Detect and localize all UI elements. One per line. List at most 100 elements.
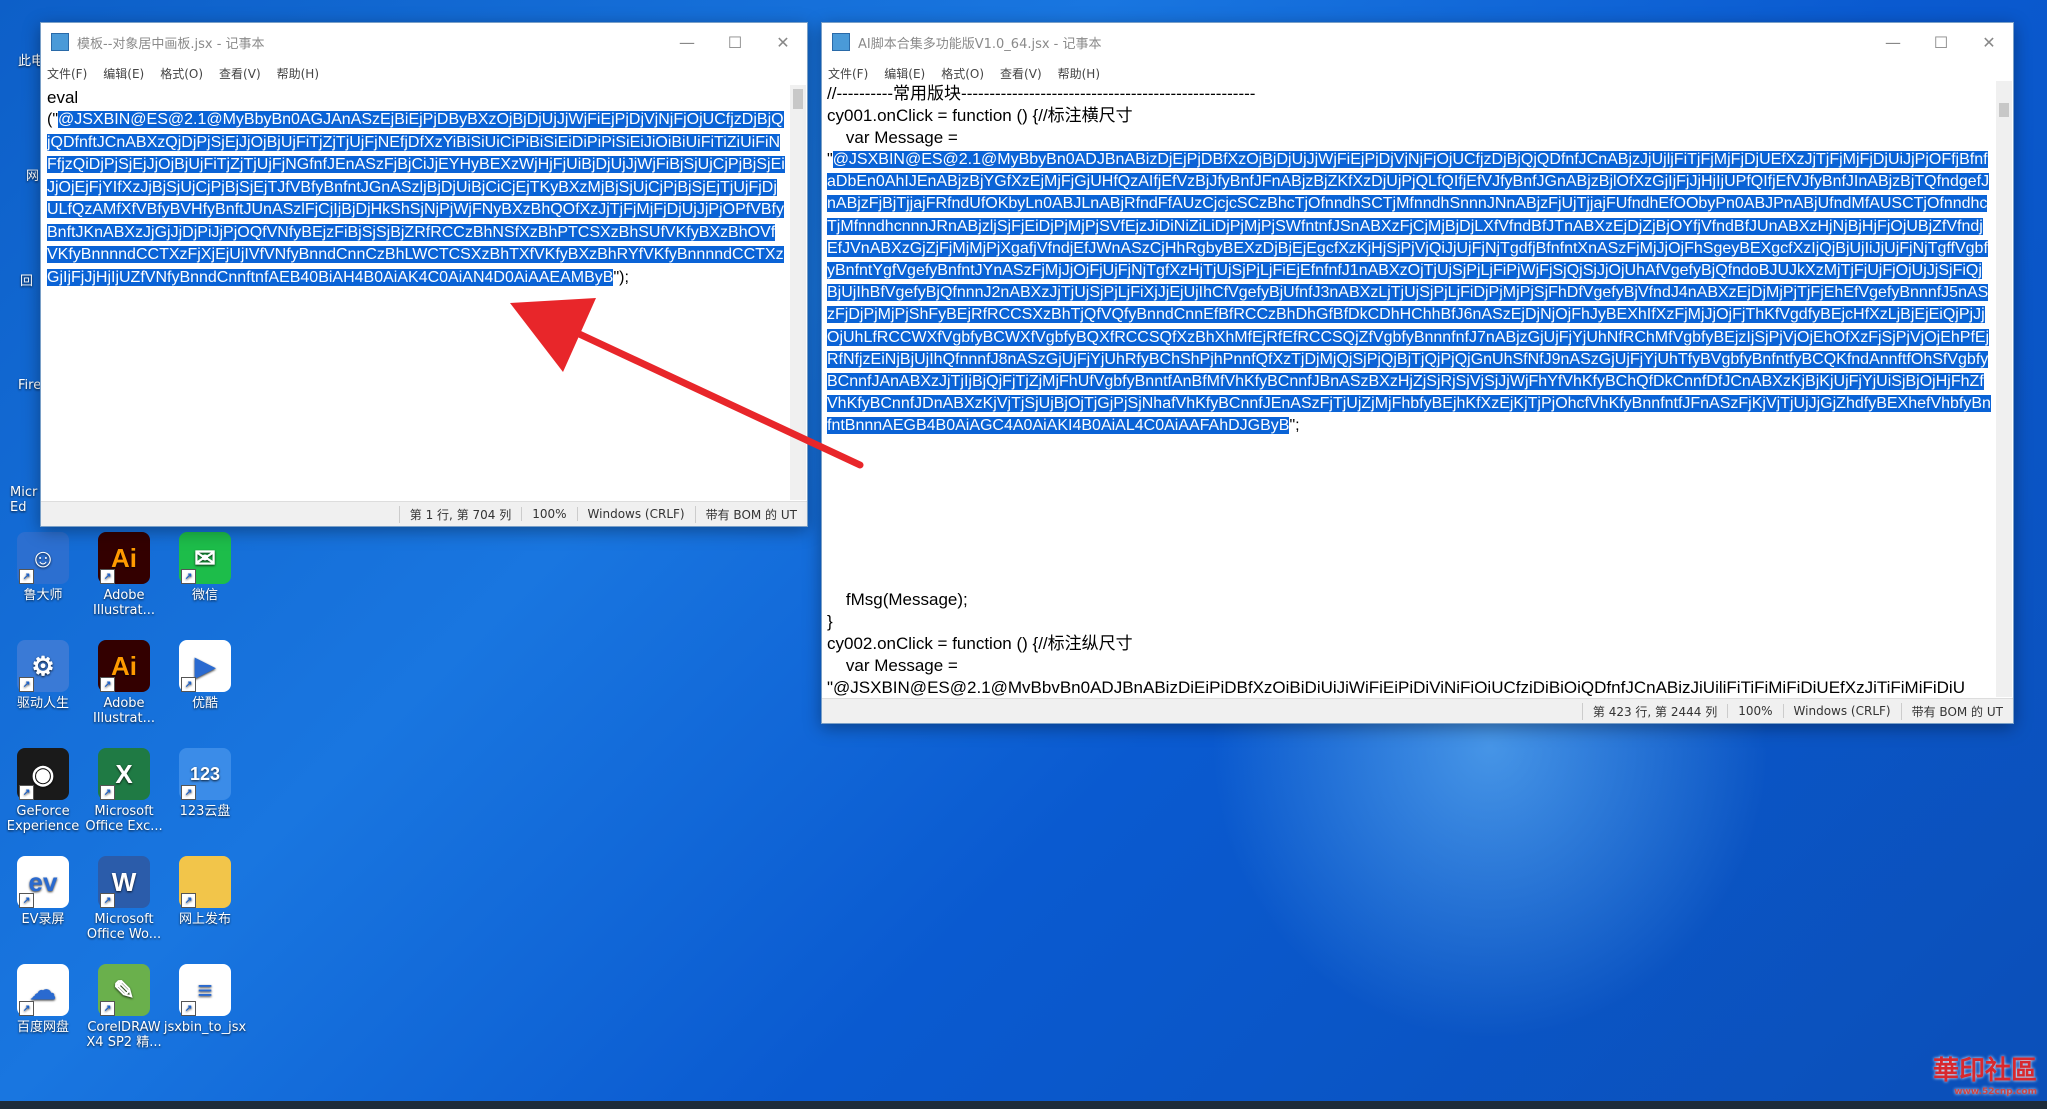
desktop-icon[interactable]: ↗ 网上发布 xyxy=(162,856,248,927)
title-bar[interactable]: AI脚本合集多功能版V1.0_64.jsx - 记事本 — ☐ ✕ xyxy=(822,23,2013,61)
desktop-icon-label: CorelDRAW X4 SP2 精... xyxy=(86,1020,162,1050)
menu-file[interactable]: 文件(F) xyxy=(47,65,87,82)
excel-icon: X ↗ xyxy=(98,748,150,800)
window-title: AI脚本合集多功能版V1.0_64.jsx - 记事本 xyxy=(858,36,1102,52)
menu-edit[interactable]: 编辑(E) xyxy=(103,65,144,82)
desktop-icon[interactable]: ✉ ↗ 微信 xyxy=(162,532,248,603)
menu-help[interactable]: 帮助(H) xyxy=(1058,65,1100,82)
taskbar[interactable] xyxy=(0,1101,2047,1109)
word-icon: W ↗ xyxy=(98,856,150,908)
geforce-icon: ◉ ↗ xyxy=(17,748,69,800)
desktop-icon-label: 123云盘 xyxy=(179,804,231,819)
notepad-window-right[interactable]: AI脚本合集多功能版V1.0_64.jsx - 记事本 — ☐ ✕ 文件(F) … xyxy=(821,22,2014,724)
123pan-icon: 123 ↗ xyxy=(179,748,231,800)
desktop-icon[interactable]: ☁ ↗ 百度网盘 xyxy=(0,964,86,1035)
scrollbar-thumb[interactable] xyxy=(793,89,803,109)
desktop-icon-label: 鲁大师 xyxy=(23,588,63,603)
shortcut-arrow-icon: ↗ xyxy=(181,893,196,908)
menu-format[interactable]: 格式(O) xyxy=(160,65,203,82)
shortcut-arrow-icon: ↗ xyxy=(181,569,196,584)
desktop-icon-label: 驱动人生 xyxy=(16,696,69,711)
close-button[interactable]: ✕ xyxy=(759,33,807,52)
desktop-icon[interactable]: ev ↗ EV录屏 xyxy=(0,856,86,927)
desktop-icon[interactable]: Ai ↗ Adobe Illustrat... xyxy=(81,532,167,618)
notepad-window-left[interactable]: 模板--对象居中画板.jsx - 记事本 — ☐ ✕ 文件(F) 编辑(E) 格… xyxy=(40,22,808,527)
menu-file[interactable]: 文件(F) xyxy=(828,65,868,82)
menu-format[interactable]: 格式(O) xyxy=(941,65,984,82)
desktop-partial-label[interactable]: 网 xyxy=(26,165,39,184)
desktop-icon-label: EV录屏 xyxy=(21,912,65,927)
watermark-text: 華印社區 xyxy=(1932,1056,2037,1086)
shortcut-arrow-icon: ↗ xyxy=(181,677,196,692)
desktop-icon[interactable]: W ↗ Microsoft Office Wo... xyxy=(81,856,167,942)
notepad-icon xyxy=(832,33,850,51)
menu-view[interactable]: 查看(V) xyxy=(1000,65,1042,82)
desktop-partial-label[interactable]: 回 xyxy=(20,270,33,289)
minimize-button[interactable]: — xyxy=(663,33,711,52)
desktop-icon[interactable]: ▶ ↗ 优酷 xyxy=(162,640,248,711)
shortcut-arrow-icon: ↗ xyxy=(19,893,34,908)
watermark-url: www.52cnp.com xyxy=(1954,1087,2037,1097)
vertical-scrollbar[interactable] xyxy=(1996,81,2012,697)
menu-edit[interactable]: 编辑(E) xyxy=(884,65,925,82)
scrollbar-thumb[interactable] xyxy=(1999,103,2009,117)
text-editor[interactable]: //----------常用版块------------------------… xyxy=(824,81,1995,697)
illustrator-icon: Ai ↗ xyxy=(98,532,150,584)
desktop-icon-label: Microsoft Office Exc... xyxy=(85,804,163,834)
shortcut-arrow-icon: ↗ xyxy=(181,1001,196,1016)
status-encoding: 带有 BOM 的 UT xyxy=(694,505,807,523)
desktop-icon[interactable]: X ↗ Microsoft Office Exc... xyxy=(81,748,167,834)
text-editor[interactable]: eval ("@JSXBIN@ES@2.1@MyBbyBn0AGJAnASzEj… xyxy=(43,85,789,500)
desktop-icon-label: Microsoft Office Wo... xyxy=(86,912,162,942)
desktop-icon-label: 优酷 xyxy=(191,696,218,711)
baidu-netdisk-icon: ☁ ↗ xyxy=(17,964,69,1016)
desktop-partial-label[interactable]: Fire xyxy=(18,378,41,393)
maximize-button[interactable]: ☐ xyxy=(711,33,759,52)
desktop-partial-label[interactable]: Micr Ed xyxy=(10,485,44,515)
site-watermark: 華印社區 www.52cnp.com xyxy=(1933,1050,2037,1097)
selected-code: @JSXBIN@ES@2.1@MyBbyBn0AGJAnASzEjBiEjPjD… xyxy=(47,111,785,286)
coreldraw-icon: ✎ ↗ xyxy=(98,964,150,1016)
desktop-icon[interactable]: ✎ ↗ CorelDRAW X4 SP2 精... xyxy=(81,964,167,1050)
desktop-icon[interactable]: ⚙ ↗ 驱动人生 xyxy=(0,640,86,711)
illustrator-icon: Ai ↗ xyxy=(98,640,150,692)
title-bar[interactable]: 模板--对象居中画板.jsx - 记事本 — ☐ ✕ xyxy=(41,23,807,61)
desktop-icon[interactable]: 123 ↗ 123云盘 xyxy=(162,748,248,819)
desktop-icon[interactable]: ≡ ↗ jsxbin_to_jsx xyxy=(162,964,248,1035)
code-suffix: "); xyxy=(613,268,629,286)
notepad-icon xyxy=(51,33,69,51)
shortcut-arrow-icon: ↗ xyxy=(100,569,115,584)
close-button[interactable]: ✕ xyxy=(1965,33,2013,52)
menu-bar: 文件(F) 编辑(E) 格式(O) 查看(V) 帮助(H) xyxy=(41,61,807,85)
vertical-scrollbar[interactable] xyxy=(790,85,806,500)
code-line: "@JSXBIN@ES@2.1@MvBbvBn0ADJBnABizDiEiPiD… xyxy=(827,678,1965,697)
desktop-icon[interactable]: ◉ ↗ GeForce Experience xyxy=(0,748,86,834)
selected-code: @JSXBIN@ES@2.1@MyBbyBn0ADJBnABizDjEjPjDB… xyxy=(827,151,1991,435)
shortcut-arrow-icon: ↗ xyxy=(181,785,196,800)
desktop-icon[interactable]: ☺ ↗ 鲁大师 xyxy=(0,532,86,603)
status-bar: 第 1 行, 第 704 列 100% Windows (CRLF) 带有 BO… xyxy=(41,501,807,526)
desktop-icon-label: 微信 xyxy=(191,588,218,603)
code-line: } xyxy=(827,612,833,631)
shortcut-arrow-icon: ↗ xyxy=(100,1001,115,1016)
code-line: eval xyxy=(47,88,79,107)
status-line-ending: Windows (CRLF) xyxy=(576,507,695,521)
desktop-icon[interactable]: Ai ↗ Adobe Illustrat... xyxy=(81,640,167,726)
shortcut-arrow-icon: ↗ xyxy=(19,785,34,800)
status-zoom: 100% xyxy=(1727,704,1782,718)
shortcut-arrow-icon: ↗ xyxy=(100,785,115,800)
minimize-button[interactable]: — xyxy=(1869,33,1917,52)
status-bar: 第 423 行, 第 2444 列 100% Windows (CRLF) 带有… xyxy=(822,698,2013,723)
maximize-button[interactable]: ☐ xyxy=(1917,33,1965,52)
wechat-icon: ✉ ↗ xyxy=(179,532,231,584)
code-line: cy002.onClick = function () {//标注纵尺寸 xyxy=(827,634,1133,653)
shortcut-arrow-icon: ↗ xyxy=(100,893,115,908)
code-suffix: "; xyxy=(1289,417,1300,435)
code-line: var Message = xyxy=(827,128,958,147)
menu-view[interactable]: 查看(V) xyxy=(219,65,261,82)
driver-life-icon: ⚙ ↗ xyxy=(17,640,69,692)
code-line: fMsg(Message); xyxy=(827,590,968,609)
menu-help[interactable]: 帮助(H) xyxy=(277,65,319,82)
status-zoom: 100% xyxy=(521,507,576,521)
status-encoding: 带有 BOM 的 UT xyxy=(1900,702,2013,720)
